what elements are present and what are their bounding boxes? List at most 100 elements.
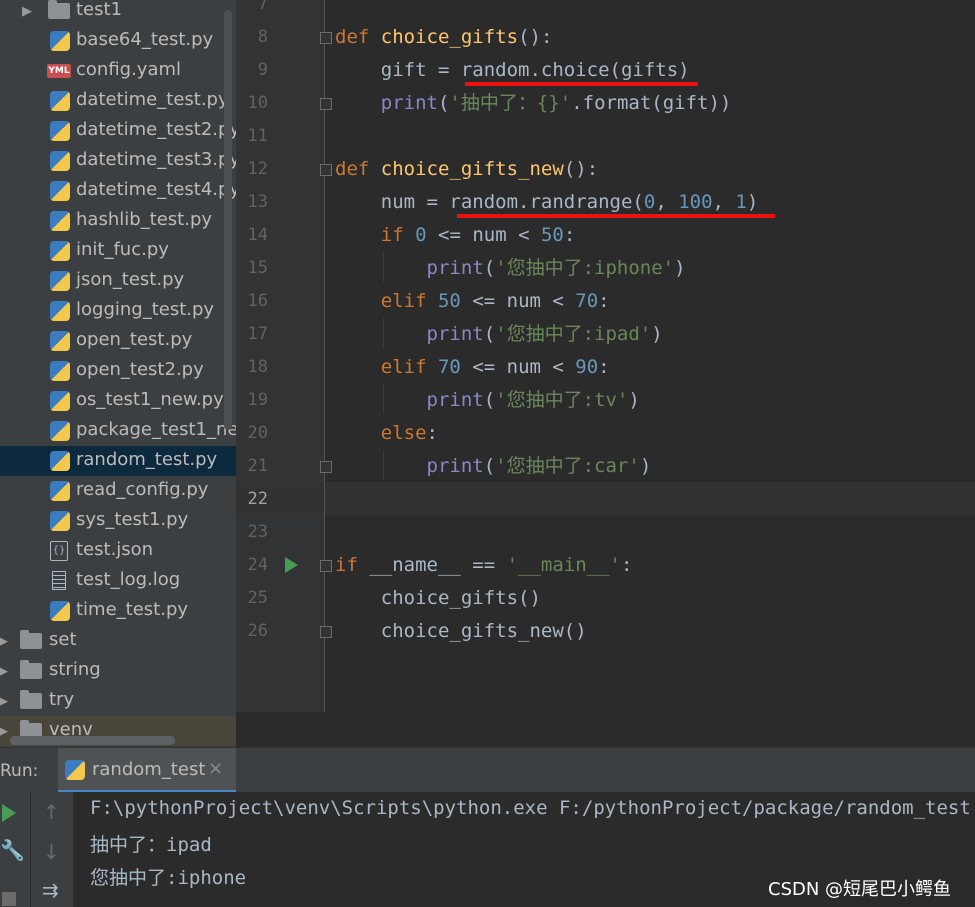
down-arrow-icon[interactable]: ↓ [43,840,60,864]
tree-item-label: open_test.py [76,329,193,350]
python-file-icon [50,601,70,621]
line-number: 14 [247,225,268,245]
code-line-20[interactable]: else: [335,421,438,445]
wrench-icon[interactable]: 🔧 [0,838,25,862]
code-line-9[interactable]: gift = random.choice(gifts) [335,58,690,82]
tree-item-label: test1 [76,0,123,20]
rerun-icon[interactable] [2,804,16,822]
run-tab-label: random_test [92,759,206,780]
folder-icon [20,660,42,679]
tree-item-label: package_test1_new [76,419,236,440]
text-file-icon [52,571,66,590]
tree-file-sys-test1[interactable]: sys_test1.py [0,506,236,536]
tree-file-datetime-test[interactable]: datetime_test.py [0,86,236,116]
fold-marker-icon[interactable] [320,98,332,110]
code-line-17[interactable]: print('您抽中了:ipad') [335,322,663,346]
red-annotation-underline [465,82,698,86]
tree-folder-try[interactable]: ▶ try [0,686,236,716]
tree-item-label: set [49,629,77,650]
tree-file-datetime-test3[interactable]: datetime_test3.py [0,146,236,176]
tree-file-open-test2[interactable]: open_test2.py [0,356,236,386]
chevron-right-icon[interactable]: ▶ [0,724,8,739]
tree-item-label: datetime_test3.py [76,149,236,170]
code-line-26[interactable]: choice_gifts_new() [335,619,587,643]
python-file-icon [50,31,70,51]
tree-file-test-json[interactable]: {} test.json [0,536,236,566]
code-line-12[interactable]: def choice_gifts_new(): [335,157,598,181]
tree-vertical-scrollbar[interactable] [224,10,232,430]
editor-empty-area [236,712,975,747]
tree-file-json-test[interactable]: json_test.py [0,266,236,296]
fold-marker-icon[interactable] [320,32,332,44]
close-icon[interactable]: × [208,758,223,779]
line-number-current: 22 [247,489,268,509]
soft-wrap-icon[interactable]: ⇉ [42,878,59,902]
code-line-8[interactable]: def choice_gifts(): [335,25,552,49]
fold-marker-icon[interactable] [320,560,332,572]
code-line-10[interactable]: print('抽中了：{}'.format(gift)) [335,91,732,115]
tree-item-label: logging_test.py [76,299,215,320]
line-number: 12 [247,159,268,179]
fold-marker-icon[interactable] [320,461,332,473]
line-number: 24 [247,555,268,575]
tree-file-base64-test[interactable]: base64_test.py [0,26,236,56]
python-file-icon [50,211,70,231]
chevron-right-icon[interactable]: ▶ [22,4,32,19]
tree-horizontal-scrollbar[interactable] [10,736,175,745]
tree-item-label: os_test1_new.py [76,389,224,410]
tree-item-label: random_test.py [76,449,218,470]
tree-folder-string[interactable]: ▶ string [0,656,236,686]
tree-item-label: datetime_test2.py [76,119,236,140]
code-line-13[interactable]: num = random.randrange(0, 100, 1) [335,190,759,214]
tree-item-label: datetime_test4.py [76,179,236,200]
fold-marker-icon[interactable] [320,164,332,176]
red-annotation-underline [457,214,775,218]
tree-folder-test1[interactable]: ▶ test1 [0,0,236,26]
tree-item-label: read_config.py [76,479,209,500]
tree-file-read-config[interactable]: read_config.py [0,476,236,506]
tree-file-datetime-test4[interactable]: datetime_test4.py [0,176,236,206]
code-line-21[interactable]: print('您抽中了:car') [335,454,652,478]
code-line-24[interactable]: if __name__ == '__main__': [335,553,632,577]
tree-item-label: open_test2.py [76,359,204,380]
line-number: 26 [247,621,268,641]
tree-file-test-log[interactable]: test_log.log [0,566,236,596]
tree-item-label: config.yaml [76,59,182,80]
chevron-right-icon[interactable]: ▶ [0,694,8,709]
console-line: 抽中了：ipad [90,834,212,856]
tree-file-os-test1-new[interactable]: os_test1_new.py [0,386,236,416]
tree-file-open-test[interactable]: open_test.py [0,326,236,356]
tree-file-datetime-test2[interactable]: datetime_test2.py [0,116,236,146]
tree-folder-set[interactable]: ▶ set [0,626,236,656]
tree-file-package-test1-new[interactable]: package_test1_new [0,416,236,446]
tree-file-init-fuc[interactable]: init_fuc.py [0,236,236,266]
chevron-right-icon[interactable]: ▶ [0,664,8,679]
up-arrow-icon[interactable]: ↑ [43,800,60,824]
run-panel-title: Run: [0,761,39,781]
code-line-15[interactable]: print('您抽中了:iphone') [335,256,686,280]
python-file-icon [50,361,70,381]
python-file-icon [50,121,70,141]
tree-file-random-test[interactable]: random_test.py [0,446,236,476]
tree-item-label: test_log.log [76,569,181,590]
run-gutter-play-icon[interactable] [285,557,298,573]
python-file-icon [50,151,70,171]
folder-icon [20,630,42,649]
code-line-14[interactable]: if 0 <= num < 50: [335,223,576,247]
stop-icon[interactable] [2,892,16,906]
fold-marker-icon[interactable] [320,626,332,638]
code-line-18[interactable]: elif 70 <= num < 90: [335,355,610,379]
run-config-tab[interactable]: random_test × [58,748,236,793]
code-line-16[interactable]: elif 50 <= num < 70: [335,289,610,313]
python-file-icon [50,301,70,321]
chevron-right-icon[interactable]: ▶ [0,634,8,649]
tree-item-label: time_test.py [76,599,189,620]
tree-file-time-test[interactable]: time_test.py [0,596,236,626]
tree-file-config-yaml[interactable]: YML config.yaml [0,56,236,86]
tree-file-hashlib-test[interactable]: hashlib_test.py [0,206,236,236]
code-line-25[interactable]: choice_gifts() [335,586,541,610]
code-line-19[interactable]: print('您抽中了:tv') [335,388,640,412]
tree-file-logging-test[interactable]: logging_test.py [0,296,236,326]
line-number: 19 [247,390,268,410]
code-editor[interactable]: 7 8 9 10 11 12 13 14 15 16 17 18 19 20 2… [236,0,975,712]
